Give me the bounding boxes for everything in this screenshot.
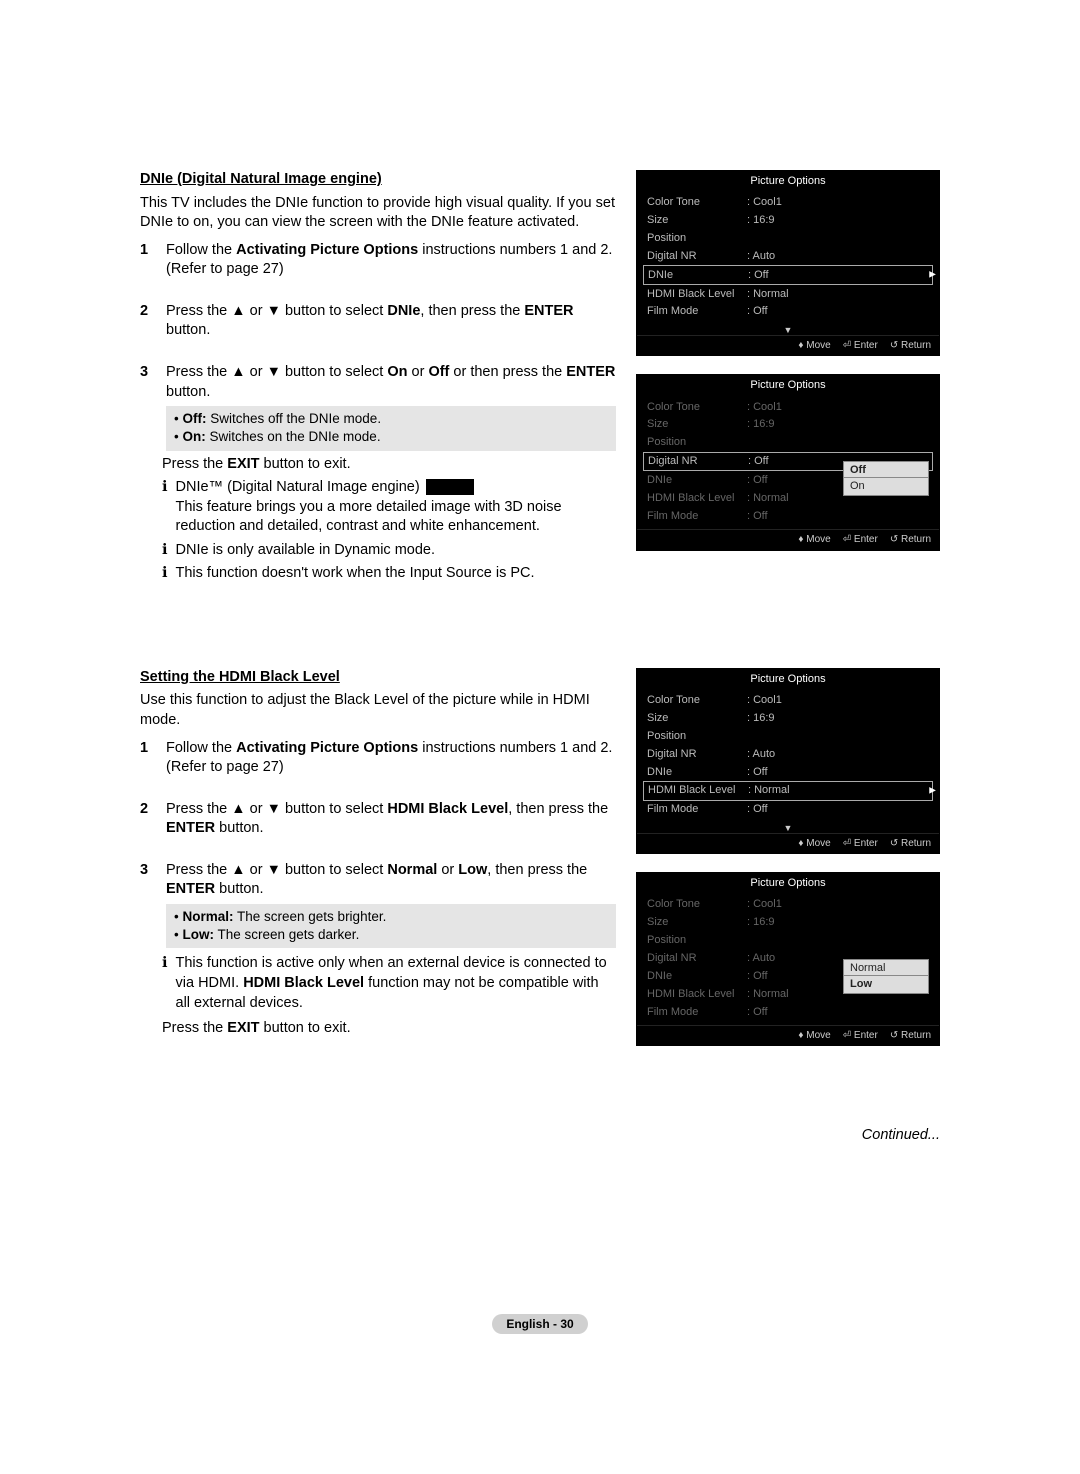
osd-row: Digital NR: Auto bbox=[643, 745, 933, 763]
osd-title: Picture Options bbox=[637, 171, 939, 192]
osd-menu: Picture Options Color Tone: Cool1Size: 1… bbox=[636, 872, 940, 1046]
osd-popup-item: Low bbox=[843, 975, 929, 994]
osd-popup-item: On bbox=[843, 477, 929, 496]
osd-row: Film Mode: Off bbox=[643, 801, 933, 819]
page-footer: English - 30 bbox=[0, 1314, 1080, 1334]
step-number: 1 bbox=[140, 241, 154, 280]
section-title: Setting the HDMI Black Level bbox=[140, 668, 616, 688]
osd-row: Position bbox=[643, 230, 933, 248]
step-body: Follow the Activating Picture Options in… bbox=[166, 739, 616, 778]
osd-row: Position bbox=[643, 727, 933, 745]
osd-menu: Picture Options Color Tone: Cool1Size: 1… bbox=[636, 668, 940, 854]
note-icon: ℹ bbox=[162, 478, 168, 537]
chevron-right-icon: ► bbox=[927, 783, 938, 798]
steps-list: 1 Follow the Activating Picture Options … bbox=[140, 241, 616, 451]
option-definition-box: • Normal: The screen gets brighter. • Lo… bbox=[166, 904, 616, 948]
osd-title: Picture Options bbox=[637, 669, 939, 690]
osd-footer: ♦ Move ⏎ Enter ↺ Return bbox=[637, 833, 939, 854]
step-number: 3 bbox=[140, 363, 154, 451]
note-icon: ℹ bbox=[162, 954, 168, 1013]
osd-row: HDMI Black Level: Normal bbox=[643, 285, 933, 303]
osd-row: Size: 16:9 bbox=[643, 416, 933, 434]
section-title: DNIe (Digital Natural Image engine) bbox=[140, 170, 616, 190]
osd-title: Picture Options bbox=[637, 375, 939, 396]
step-number: 2 bbox=[140, 302, 154, 341]
continued-label: Continued... bbox=[140, 1126, 940, 1146]
osd-footer: ♦ Move ⏎ Enter ↺ Return bbox=[637, 335, 939, 356]
osd-row: Color Tone: Cool1 bbox=[643, 194, 933, 212]
osd-title: Picture Options bbox=[637, 873, 939, 894]
intro-text: This TV includes the DNIe function to pr… bbox=[140, 194, 616, 233]
step-number: 2 bbox=[140, 800, 154, 839]
osd-row: Size: 16:9 bbox=[643, 710, 933, 728]
intro-text: Use this function to adjust the Black Le… bbox=[140, 691, 616, 730]
step-body: Press the ▲ or ▼ button to select HDMI B… bbox=[166, 800, 616, 839]
step-body: Press the ▲ or ▼ button to select DNIe, … bbox=[166, 302, 616, 341]
scroll-down-icon: ▼ bbox=[637, 325, 939, 335]
exit-instruction: Press the EXIT button to exit. bbox=[162, 1019, 594, 1039]
osd-row: Color Tone: Cool1 bbox=[643, 692, 933, 710]
osd-row: DNIe: Off bbox=[643, 763, 933, 781]
step-number: 3 bbox=[140, 861, 154, 949]
osd-menu: Picture Options Color Tone: Cool1Size: 1… bbox=[636, 374, 940, 550]
osd-row: Color Tone: Cool1 bbox=[643, 896, 933, 914]
step-body: Follow the Activating Picture Options in… bbox=[166, 241, 616, 280]
osd-row: DNIe: Off► bbox=[643, 265, 933, 285]
dnie-logo-icon bbox=[426, 479, 474, 495]
osd-row: Position bbox=[643, 434, 933, 452]
chevron-right-icon: ► bbox=[927, 268, 938, 283]
option-definition-box: • Off: Switches off the DNIe mode. • On:… bbox=[166, 406, 616, 450]
note-icon: ℹ bbox=[162, 541, 168, 561]
notes-list: ℹ DNIe™ (Digital Natural Image engine) T… bbox=[162, 478, 616, 584]
osd-row: Color Tone: Cool1 bbox=[643, 398, 933, 416]
osd-row: HDMI Black Level: Normal► bbox=[643, 781, 933, 801]
step-body: Press the ▲ or ▼ button to select Normal… bbox=[166, 861, 616, 949]
osd-row: Position bbox=[643, 932, 933, 950]
scroll-down-icon: ▼ bbox=[637, 823, 939, 833]
osd-row: Film Mode: Off bbox=[643, 1003, 933, 1021]
step-number: 1 bbox=[140, 739, 154, 778]
osd-row: Film Mode: Off bbox=[643, 303, 933, 321]
osd-footer: ♦ Move ⏎ Enter ↺ Return bbox=[637, 529, 939, 550]
osd-row: Film Mode: Off bbox=[643, 507, 933, 525]
page-number-pill: English - 30 bbox=[492, 1314, 587, 1334]
osd-row: Digital NR: Auto bbox=[643, 247, 933, 265]
osd-row: Size: 16:9 bbox=[643, 914, 933, 932]
exit-instruction: Press the EXIT button to exit. bbox=[162, 455, 594, 475]
note-icon: ℹ bbox=[162, 564, 168, 584]
osd-footer: ♦ Move ⏎ Enter ↺ Return bbox=[637, 1025, 939, 1046]
notes-list: ℹ This function is active only when an e… bbox=[162, 954, 616, 1013]
step-body: Press the ▲ or ▼ button to select On or … bbox=[166, 363, 616, 451]
osd-row: Size: 16:9 bbox=[643, 212, 933, 230]
osd-menu: Picture Options Color Tone: Cool1Size: 1… bbox=[636, 170, 940, 356]
steps-list: 1 Follow the Activating Picture Options … bbox=[140, 739, 616, 949]
